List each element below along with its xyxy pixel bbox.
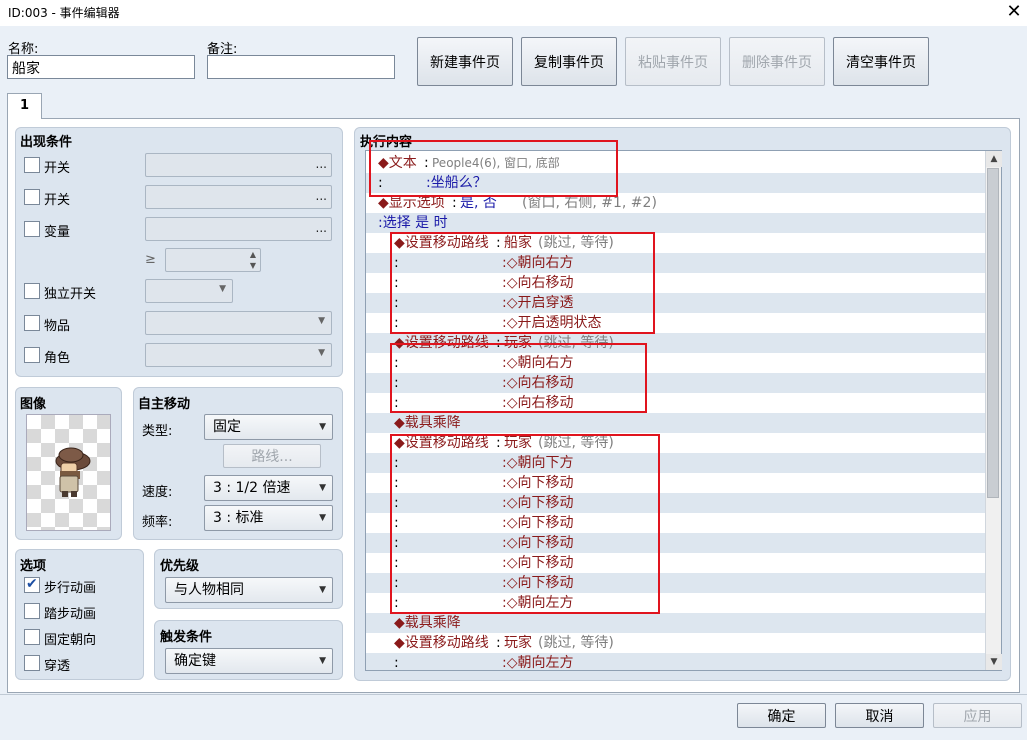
window-title: ID:003 - 事件编辑器 — [8, 6, 120, 20]
command-argument: :◇朝向左方 — [502, 655, 574, 671]
switch1-field[interactable]: ... — [145, 153, 332, 177]
switch1-label: 开关 — [44, 161, 71, 176]
command-name: ◆载具乘降 — [394, 415, 461, 431]
self-switch-label: 独立开关 — [44, 287, 97, 302]
speed-select[interactable]: 3 : 1/2 倍速 ▼ — [204, 475, 333, 501]
actor-select[interactable]: ▼ — [145, 343, 332, 367]
chevron-down-icon: ▼ — [319, 585, 326, 595]
ok-button[interactable]: 确定 — [737, 703, 826, 728]
self-switch-checkbox[interactable] — [24, 283, 40, 299]
switch2-checkbox[interactable] — [24, 189, 40, 205]
speed-label: 速度: — [142, 485, 173, 500]
type-label: 类型: — [142, 424, 173, 439]
trigger-value: 确定键 — [174, 653, 216, 669]
delete-page-button[interactable]: 删除事件页 — [729, 37, 825, 86]
priority-value: 与人物相同 — [174, 582, 244, 598]
switch1-checkbox[interactable] — [24, 157, 40, 173]
frequency-label: 频率: — [142, 515, 173, 530]
command-detail: (跳过, 等待) — [538, 635, 614, 651]
self-switch-select[interactable]: ▼ — [145, 279, 233, 303]
frequency-value: 3 : 标准 — [213, 510, 264, 526]
switch2-field[interactable]: ... — [145, 185, 332, 209]
item-checkbox[interactable] — [24, 315, 40, 331]
speed-value: 3 : 1/2 倍速 — [213, 480, 291, 496]
item-select[interactable]: ▼ — [145, 311, 332, 335]
type-value: 固定 — [213, 419, 241, 435]
chevron-down-icon: ▼ — [319, 422, 326, 432]
event-command-row[interactable]: : :◇朝向左方 — [366, 653, 987, 671]
footer-separator — [0, 694, 1027, 695]
type-select[interactable]: 固定 ▼ — [204, 414, 333, 440]
event-command-row[interactable]: :选择 是 时 — [366, 213, 987, 233]
command-argument: 玩家 — [504, 635, 532, 651]
walk-anim-label: 步行动画 — [44, 581, 97, 596]
frequency-select[interactable]: 3 : 标准 ▼ — [204, 505, 333, 531]
highlight-box-route-player-right — [390, 343, 647, 413]
route-button[interactable]: 路线... — [223, 444, 321, 468]
highlight-box-route-boatman — [390, 232, 655, 334]
name-input[interactable]: 船家 — [7, 55, 195, 79]
highlight-box-route-player-down — [390, 434, 660, 614]
variable-label: 变量 — [44, 225, 71, 240]
through-label: 穿透 — [44, 659, 71, 674]
trigger-select[interactable]: 确定键 ▼ — [165, 648, 333, 674]
note-input[interactable] — [207, 55, 395, 79]
boatman-sprite-icon — [55, 447, 91, 497]
actor-label: 角色 — [44, 351, 71, 366]
command-name: :选择 是 时 — [378, 215, 448, 231]
step-anim-label: 踏步动画 — [44, 607, 97, 622]
command-name: ◆设置移动路线 — [394, 635, 489, 651]
tab-page-1[interactable]: 1 — [7, 93, 42, 119]
command-name: : — [394, 655, 399, 671]
event-command-row[interactable]: ◆载具乘降 — [366, 413, 987, 433]
close-button[interactable]: ✕ — [1003, 1, 1025, 23]
autonomous-title: 自主移动 — [138, 397, 191, 412]
chevron-down-icon: ▼ — [319, 656, 326, 666]
chevron-down-icon: ▼ — [318, 348, 325, 358]
switch2-label: 开关 — [44, 193, 71, 208]
image-title: 图像 — [20, 397, 47, 412]
step-anim-checkbox[interactable] — [24, 603, 40, 619]
highlight-box-text — [369, 140, 618, 197]
trigger-title: 触发条件 — [160, 630, 213, 645]
copy-page-button[interactable]: 复制事件页 — [521, 37, 617, 86]
command-separator: : — [496, 635, 501, 651]
options-title: 选项 — [20, 559, 47, 574]
event-command-row[interactable]: ◆设置移动路线: 玩家 (跳过, 等待) — [366, 633, 987, 653]
cancel-button[interactable]: 取消 — [835, 703, 924, 728]
chevron-down-icon: ▼ — [319, 513, 326, 523]
ge-sign: ≥ — [145, 252, 156, 267]
apply-button[interactable]: 应用 — [933, 703, 1022, 728]
chevron-down-icon: ▼ — [319, 483, 326, 493]
chevron-down-icon: ▼ — [219, 284, 226, 294]
chevron-down-icon: ▼ — [318, 316, 325, 326]
stepper-arrows-icon[interactable]: ▲ ▼ — [250, 249, 256, 271]
title-bar: ID:003 - 事件编辑器 ✕ — [0, 0, 1027, 26]
priority-title: 优先级 — [160, 559, 200, 574]
priority-select[interactable]: 与人物相同 ▼ — [165, 577, 333, 603]
item-label: 物品 — [44, 319, 71, 334]
conditions-title: 出现条件 — [20, 135, 73, 150]
walk-anim-checkbox[interactable] — [24, 576, 40, 593]
character-image[interactable] — [26, 414, 111, 531]
scroll-up-icon[interactable]: ▲ — [986, 151, 1002, 167]
fixed-direction-label: 固定朝向 — [44, 633, 97, 648]
through-checkbox[interactable] — [24, 655, 40, 671]
paste-page-button[interactable]: 粘贴事件页 — [625, 37, 721, 86]
new-page-button[interactable]: 新建事件页 — [417, 37, 513, 86]
variable-field[interactable]: ... — [145, 217, 332, 241]
fixed-direction-checkbox[interactable] — [24, 629, 40, 645]
scroll-down-icon[interactable]: ▼ — [986, 654, 1002, 670]
scrollbar-thumb[interactable] — [987, 168, 999, 498]
clear-page-button[interactable]: 清空事件页 — [833, 37, 929, 86]
variable-checkbox[interactable] — [24, 221, 40, 237]
command-name: ◆载具乘降 — [394, 615, 461, 631]
actor-checkbox[interactable] — [24, 347, 40, 363]
variable-value-stepper[interactable]: ▲ ▼ — [165, 248, 261, 272]
event-command-row[interactable]: ◆载具乘降 — [366, 613, 987, 633]
